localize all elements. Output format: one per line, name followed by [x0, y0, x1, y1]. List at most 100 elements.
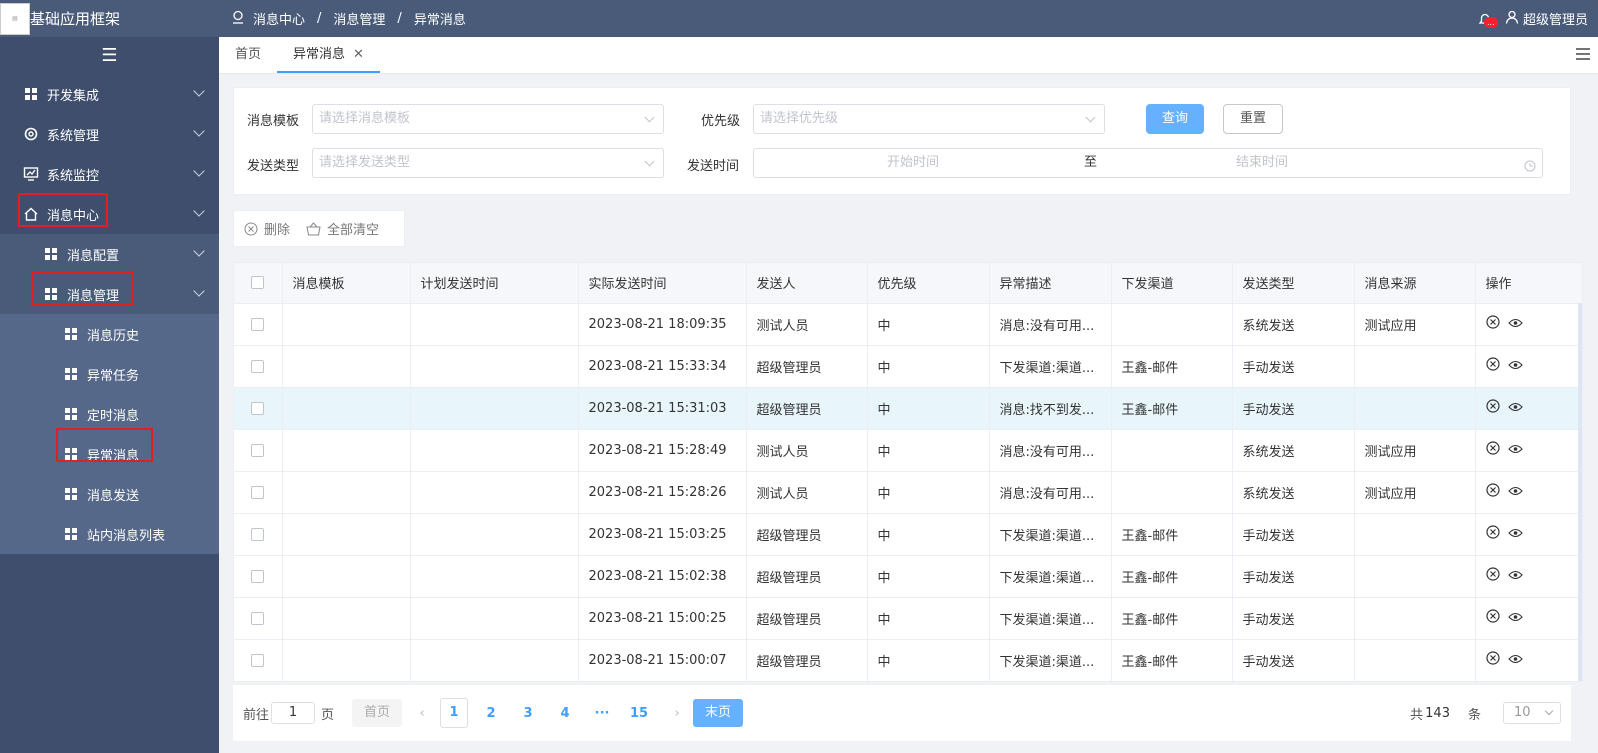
row-checkbox[interactable]	[251, 485, 265, 499]
sidebar-item-label: 开发集成	[47, 88, 100, 104]
sidebar-item-monitor[interactable]: 系统监控	[0, 154, 219, 194]
user-menu[interactable]: 超级管理员	[1505, 9, 1588, 28]
row-checkbox[interactable]	[251, 443, 265, 457]
grid-icon	[63, 526, 79, 542]
table-cell	[282, 471, 411, 514]
menu-collapse-icon[interactable]: ☰	[0, 37, 219, 74]
date-range-picker[interactable]: 开始时间 至 结束时间	[753, 148, 1543, 178]
tabs-menu-icon[interactable]	[1576, 48, 1590, 64]
query-button[interactable]: 查询	[1146, 104, 1204, 134]
delete-row-icon[interactable]	[1485, 441, 1500, 459]
tab-error-message[interactable]: 异常消息 ✕	[277, 37, 380, 73]
reset-button[interactable]: 重置	[1223, 104, 1283, 134]
row-select-cell[interactable]	[234, 345, 283, 388]
table-cell: 超级管理员	[746, 513, 868, 556]
delete-row-icon[interactable]	[1485, 567, 1500, 585]
row-select-cell[interactable]	[234, 387, 283, 430]
row-checkbox[interactable]	[251, 611, 265, 625]
delete-button[interactable]: 删除	[244, 219, 290, 238]
view-eye-icon[interactable]	[1507, 401, 1523, 416]
sidebar-item-error-task[interactable]: 异常任务	[0, 354, 219, 394]
view-eye-icon[interactable]	[1507, 569, 1523, 584]
sidebar-item-label: 消息发送	[87, 488, 140, 504]
prev-page-icon[interactable]: ‹	[412, 706, 432, 721]
view-eye-icon[interactable]	[1507, 359, 1523, 374]
row-select-cell[interactable]	[234, 429, 283, 472]
select-all-cell[interactable]	[234, 263, 283, 304]
send-type-select[interactable]: 请选择发送类型	[312, 148, 664, 178]
tab-home[interactable]: 首页	[219, 37, 277, 73]
page-number[interactable]: 4	[551, 706, 579, 721]
end-time-input[interactable]: 结束时间	[1236, 149, 1288, 177]
row-select-cell[interactable]	[234, 597, 283, 640]
sidebar-item-system[interactable]: 系统管理	[0, 114, 219, 154]
page-size-select[interactable]: 10	[1503, 702, 1561, 724]
delete-row-icon[interactable]	[1485, 651, 1500, 669]
table-cell	[282, 639, 411, 681]
page-number[interactable]: 15	[625, 706, 653, 721]
table-row[interactable]: 2023-08-21 15:28:26 测试人员中消息:没有可用... 系统发送 测试…	[234, 471, 1582, 514]
send-time-label: 发送时间	[687, 159, 740, 174]
row-checkbox[interactable]	[251, 401, 265, 415]
last-page-button[interactable]: 末页	[693, 699, 744, 727]
row-checkbox[interactable]	[251, 653, 265, 667]
row-checkbox[interactable]	[251, 317, 265, 331]
breadcrumb-item[interactable]: 消息中心	[253, 9, 305, 28]
sidebar-item-inbox[interactable]: 站内消息列表	[0, 514, 219, 554]
bell-icon[interactable]: ...	[1477, 11, 1498, 28]
row-checkbox[interactable]	[251, 527, 265, 541]
close-icon[interactable]: ✕	[353, 47, 364, 62]
table-row[interactable]: 2023-08-21 18:09:35 测试人员中消息:没有可用... 系统发送 测试…	[234, 303, 1582, 346]
clear-all-button[interactable]: 全部清空	[306, 219, 379, 238]
table-row[interactable]: 2023-08-21 15:03:25 超级管理员中下发渠道:渠道... 王鑫-邮件…	[234, 513, 1582, 556]
row-select-cell[interactable]	[234, 303, 283, 346]
view-eye-icon[interactable]	[1507, 527, 1523, 542]
sidebar-item-label: 系统管理	[47, 128, 100, 144]
view-eye-icon[interactable]	[1507, 653, 1523, 668]
sidebar-item-message-config[interactable]: 消息配置	[0, 234, 219, 274]
row-checkbox[interactable]	[251, 569, 265, 583]
view-eye-icon[interactable]	[1507, 485, 1523, 500]
next-page-icon[interactable]: ›	[667, 706, 687, 721]
table-cell	[1354, 597, 1476, 640]
row-checkbox[interactable]	[251, 359, 265, 373]
row-select-cell[interactable]	[234, 555, 283, 598]
view-eye-icon[interactable]	[1507, 443, 1523, 458]
table-row[interactable]: 2023-08-21 15:33:34 超级管理员中下发渠道:渠道... 王鑫-邮件…	[234, 345, 1582, 388]
template-select[interactable]: 请选择消息模板	[312, 104, 664, 134]
page-number[interactable]: 3	[514, 706, 542, 721]
row-select-cell[interactable]	[234, 513, 283, 556]
table-row[interactable]: 2023-08-21 15:31:03 超级管理员中消息:找不到发... 王鑫-邮件…	[234, 387, 1582, 430]
table-row[interactable]: 2023-08-21 15:00:07 超级管理员中下发渠道:渠道... 王鑫-邮件…	[234, 639, 1582, 681]
delete-row-icon[interactable]	[1485, 399, 1500, 417]
select-all-checkbox[interactable]	[251, 276, 265, 290]
delete-row-icon[interactable]	[1485, 315, 1500, 333]
delete-row-icon[interactable]	[1485, 357, 1500, 375]
table-row[interactable]: 2023-08-21 15:02:38 超级管理员中下发渠道:渠道... 王鑫-邮件…	[234, 555, 1582, 598]
sidebar-item-send[interactable]: 消息发送	[0, 474, 219, 514]
sidebar-item-message-history[interactable]: 消息历史	[0, 314, 219, 354]
page-number[interactable]: 2	[477, 706, 505, 721]
page-input[interactable]: 1	[271, 702, 316, 724]
breadcrumb-item[interactable]: 消息管理	[333, 9, 385, 28]
priority-select[interactable]: 请选择优先级	[753, 104, 1105, 134]
page-number[interactable]: ···	[588, 706, 616, 721]
table-cell: 手动发送	[1232, 345, 1355, 388]
sidebar-item-dev[interactable]: 开发集成	[0, 74, 219, 114]
delete-row-icon[interactable]	[1485, 609, 1500, 627]
page-number[interactable]: 1	[440, 698, 469, 728]
first-page-button[interactable]: 首页	[352, 699, 403, 727]
table-cell: 超级管理员	[746, 387, 868, 430]
delete-row-icon[interactable]	[1485, 525, 1500, 543]
start-time-input[interactable]: 开始时间	[887, 149, 939, 177]
table-scrollbar[interactable]	[1578, 303, 1582, 681]
view-eye-icon[interactable]	[1507, 611, 1523, 626]
row-select-cell[interactable]	[234, 471, 283, 514]
chevron-down-icon	[193, 245, 205, 257]
delete-row-icon[interactable]	[1485, 483, 1500, 501]
table-row[interactable]: 2023-08-21 15:00:25 超级管理员中下发渠道:渠道... 王鑫-邮件…	[234, 597, 1582, 640]
table-row[interactable]: 2023-08-21 15:28:49 测试人员中消息:没有可用... 系统发送 测试…	[234, 429, 1582, 472]
row-select-cell[interactable]	[234, 639, 283, 681]
table-cell	[282, 387, 411, 430]
view-eye-icon[interactable]	[1507, 317, 1523, 332]
